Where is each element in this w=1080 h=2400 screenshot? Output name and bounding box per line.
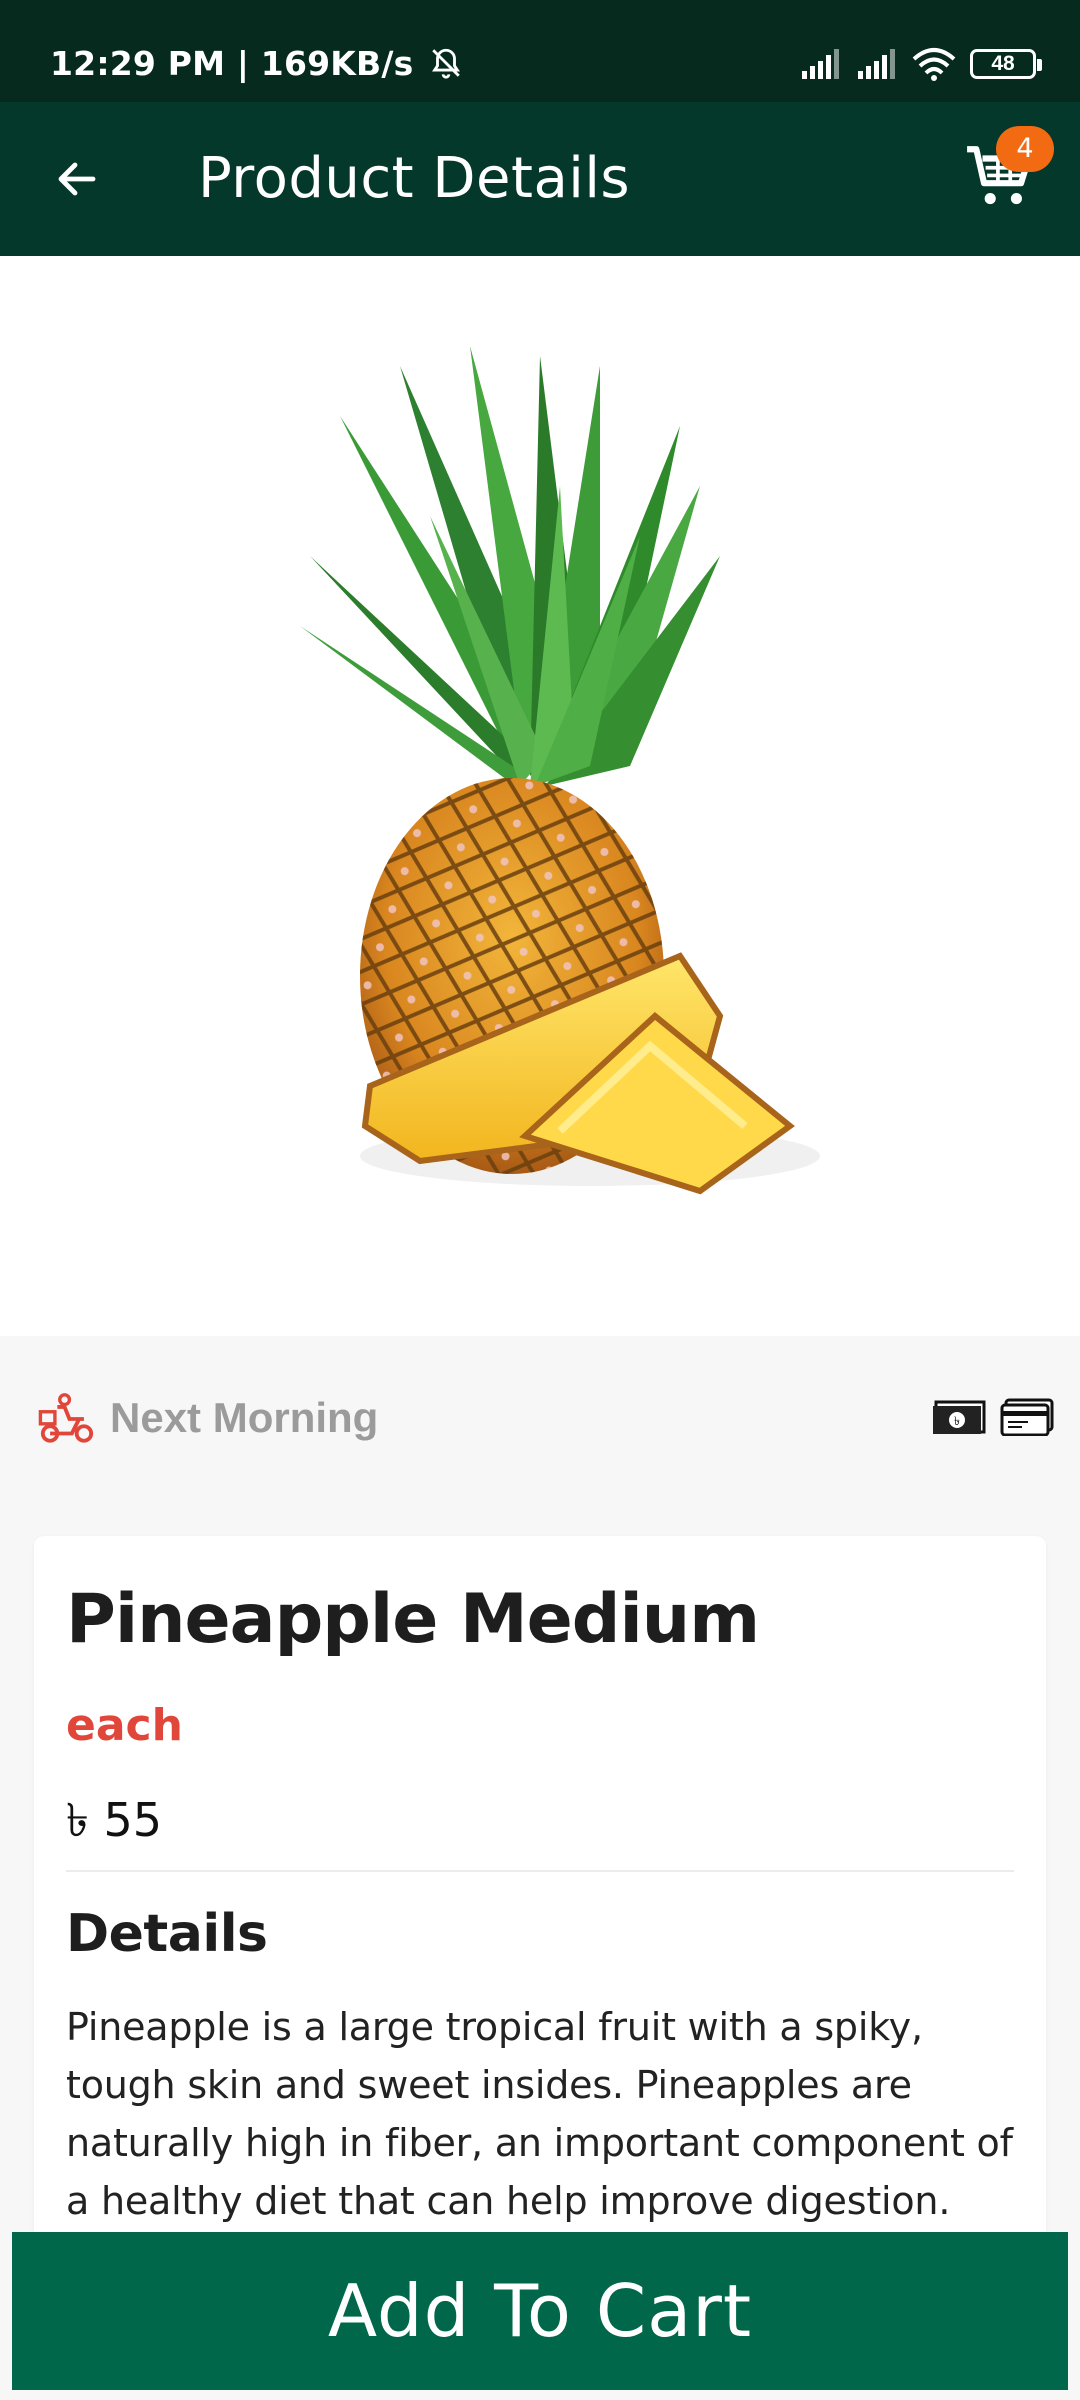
card-icon xyxy=(1000,1398,1054,1436)
product-image xyxy=(0,256,1080,1336)
page-title: Product Details xyxy=(198,146,631,211)
delivery-info: Next Morning ৳ xyxy=(0,1336,1080,1500)
mute-bell-icon xyxy=(432,48,461,79)
signal-icon-2 xyxy=(858,49,895,79)
payment-icons: ৳ xyxy=(932,1398,1054,1436)
pineapple-image xyxy=(300,346,820,1195)
scooter-icon xyxy=(38,1393,94,1443)
arrow-back-icon xyxy=(58,162,96,196)
status-time-speed: 12:29 PM | 169KB/s xyxy=(50,44,463,83)
details-heading: Details xyxy=(66,1904,268,1964)
details-text: Pineapple is a large tropical fruit with… xyxy=(66,2005,1013,2223)
cart-button[interactable]: 4 xyxy=(964,126,1054,216)
product-name: Pineapple Medium xyxy=(66,1580,760,1659)
signal-icon xyxy=(802,49,839,79)
delivery-label: Next Morning xyxy=(110,1394,379,1441)
status-icons: 48 xyxy=(800,44,1042,84)
product-card: Pineapple Medium each ৳ 55 Details Pinea… xyxy=(34,1536,1046,2316)
battery-indicator: 48 xyxy=(970,49,1042,79)
product-price: ৳ 55 xyxy=(66,1793,163,1847)
cash-icon: ৳ xyxy=(933,1400,986,1434)
cart-count-badge: 4 xyxy=(996,126,1054,172)
back-button[interactable] xyxy=(40,142,114,216)
divider xyxy=(66,1870,1014,1872)
wifi-icon xyxy=(912,48,956,81)
app-bar: Product Details 4 xyxy=(0,102,1080,256)
svg-text:৳: ৳ xyxy=(954,1414,960,1428)
add-to-cart-button[interactable]: Add To Cart xyxy=(12,2232,1068,2390)
status-bar: 12:29 PM | 169KB/s 48 xyxy=(0,0,1080,102)
product-unit: each xyxy=(66,1700,183,1751)
